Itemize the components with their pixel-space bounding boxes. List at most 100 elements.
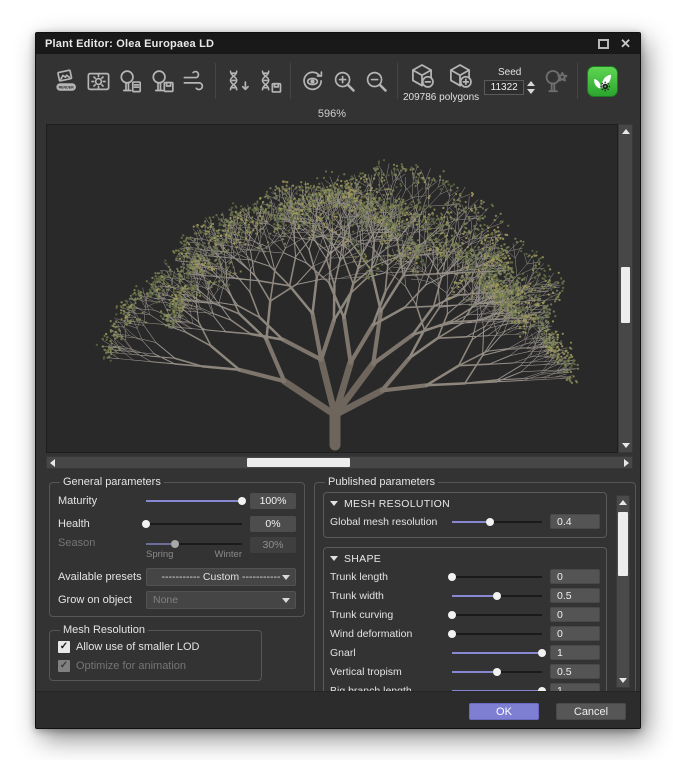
grow-on-object-label: Grow on object (58, 594, 146, 606)
render-button[interactable]: RENDER (50, 65, 82, 97)
optimize-animation-checkbox-row: ✓ Optimize for animation (58, 656, 253, 675)
season-value: 30% (250, 537, 296, 553)
parameter-value[interactable]: 0 (550, 569, 600, 584)
render-settings-icon (85, 68, 112, 95)
lod-checkbox-row: ✓ Allow use of smaller LOD (58, 637, 253, 656)
vertical-scroll-thumb[interactable] (621, 267, 630, 323)
health-slider[interactable] (146, 517, 242, 531)
dropdown-arrow-icon (282, 575, 290, 580)
spinner-up-icon[interactable] (527, 81, 535, 86)
scroll-down-icon[interactable] (617, 678, 629, 683)
scroll-down-icon[interactable] (619, 443, 632, 448)
parameter-slider[interactable] (452, 665, 542, 679)
randomize-seed-button[interactable] (540, 65, 572, 97)
plant-app-button[interactable] (587, 66, 618, 97)
parameter-slider[interactable] (452, 570, 542, 584)
reset-view-button[interactable] (296, 65, 328, 97)
plant-preview-viewport[interactable] (46, 124, 618, 453)
parameter-slider[interactable] (452, 608, 542, 622)
parameter-label: Trunk width (330, 590, 452, 602)
parameter-label: Vertical tropism (330, 666, 452, 678)
published-scroll-thumb[interactable] (618, 512, 628, 576)
parameter-group: MESH RESOLUTIONGlobal mesh resolution0.4 (323, 492, 607, 538)
cancel-button[interactable]: Cancel (556, 703, 626, 720)
save-plant-button[interactable] (146, 65, 178, 97)
seed-control: Seed 11322 (484, 67, 535, 95)
parameter-value[interactable]: 1 (550, 645, 600, 660)
toolbar-separator (577, 63, 578, 99)
optimize-animation-checkbox: ✓ (58, 660, 70, 672)
parameter-row: Trunk length 0 (330, 567, 600, 586)
zoom-in-button[interactable] (328, 65, 360, 97)
load-dna-button[interactable] (221, 65, 253, 97)
parameter-value[interactable]: 0.4 (550, 514, 600, 529)
grow-on-object-value: None (153, 594, 178, 606)
increase-polygons-button[interactable] (444, 60, 476, 92)
save-dna-button[interactable] (253, 65, 285, 97)
seed-spinner[interactable] (527, 81, 535, 94)
render-settings-button[interactable] (82, 65, 114, 97)
parameter-row: Wind deformation 0 (330, 624, 600, 643)
zoom-in-icon (331, 68, 358, 95)
parameter-value[interactable]: 0.5 (550, 588, 600, 603)
scroll-left-icon[interactable] (50, 457, 55, 468)
plant-editor-window: Plant Editor: Olea Europaea LD ✕ RENDER (35, 32, 641, 729)
mesh-resolution-legend: Mesh Resolution (60, 624, 148, 636)
preview-vertical-scrollbar[interactable] (618, 124, 633, 453)
zoom-out-button[interactable] (360, 65, 392, 97)
title-bar[interactable]: Plant Editor: Olea Europaea LD ✕ (36, 33, 640, 54)
health-value[interactable]: 0% (250, 516, 296, 532)
wind-button[interactable] (178, 65, 210, 97)
season-max-label: Winter (215, 549, 242, 560)
parameter-row: Gnarl1 (330, 643, 600, 662)
group-collapse-header[interactable]: SHAPE (330, 550, 600, 567)
presets-row: Available presets ----------- Custom ---… (58, 565, 296, 588)
parameter-label: Trunk curving (330, 609, 452, 621)
parameter-slider[interactable] (452, 589, 542, 603)
lod-label: Allow use of smaller LOD (76, 641, 200, 653)
parameter-row: Vertical tropism 0.5 (330, 662, 600, 681)
new-plant-button[interactable] (114, 65, 146, 97)
scroll-up-icon[interactable] (617, 500, 629, 505)
general-parameters-legend: General parameters (60, 476, 164, 488)
parameter-value[interactable]: 0 (550, 607, 600, 622)
window-title: Plant Editor: Olea Europaea LD (45, 38, 214, 50)
dice-minus-icon (408, 62, 436, 90)
maturity-slider[interactable] (146, 494, 242, 508)
parameter-slider[interactable] (452, 627, 542, 641)
parameter-slider[interactable] (452, 646, 542, 660)
maturity-value[interactable]: 100% (250, 493, 296, 509)
spinner-down-icon[interactable] (527, 89, 535, 94)
parameter-label: Wind deformation (330, 628, 452, 640)
presets-dropdown[interactable]: ----------- Custom ----------- (146, 568, 296, 586)
dialog-footer: OK Cancel (36, 691, 640, 728)
maximize-button[interactable] (598, 39, 609, 49)
plant-app-leaf-icon (591, 70, 614, 93)
close-button[interactable]: ✕ (620, 37, 631, 50)
parameter-value[interactable]: 0.5 (550, 664, 600, 679)
grow-on-object-row: Grow on object None (58, 588, 296, 611)
preview-horizontal-scrollbar[interactable] (46, 456, 633, 469)
parameter-label: Trunk length (330, 571, 452, 583)
scroll-right-icon[interactable] (624, 457, 629, 468)
ok-button[interactable]: OK (469, 703, 539, 720)
lod-checkbox[interactable]: ✓ (58, 641, 70, 653)
season-row: Season Spring Winter 30% (58, 535, 296, 565)
parameter-value[interactable]: 0 (550, 626, 600, 641)
decrease-polygons-button[interactable] (406, 60, 438, 92)
olive-tree-render (47, 125, 617, 452)
published-scrollbar[interactable] (616, 495, 630, 688)
season-label: Season (58, 537, 146, 549)
group-collapse-header[interactable]: MESH RESOLUTION (330, 495, 600, 512)
collapse-arrow-icon (330, 556, 338, 561)
seed-input[interactable]: 11322 (484, 80, 524, 95)
tree-star-icon (542, 67, 571, 96)
grow-on-object-dropdown[interactable]: None (146, 591, 296, 609)
seed-label: Seed (498, 67, 521, 78)
published-parameters-legend: Published parameters (325, 476, 438, 488)
zoom-out-icon (363, 68, 390, 95)
horizontal-scroll-thumb[interactable] (247, 458, 350, 467)
presets-label: Available presets (58, 571, 146, 583)
parameter-slider[interactable] (452, 515, 542, 529)
scroll-up-icon[interactable] (619, 129, 632, 134)
